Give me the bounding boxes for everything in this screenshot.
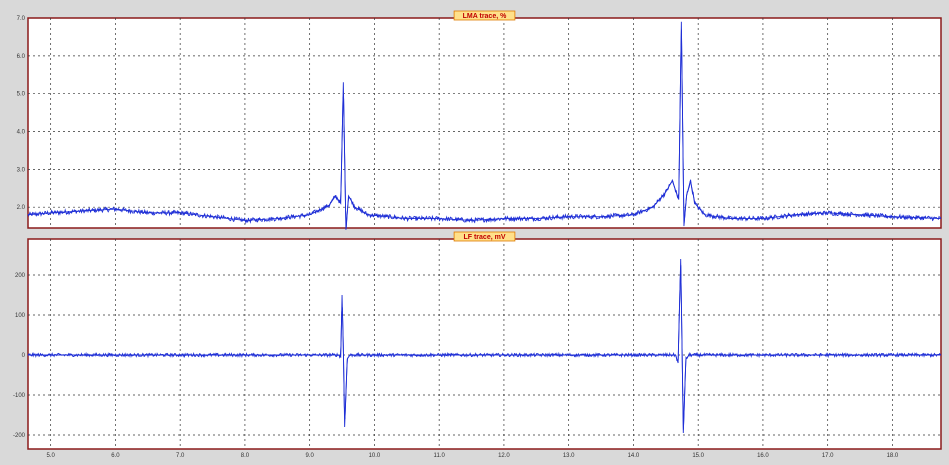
x-tick-label: 5.0 [46, 453, 55, 459]
y-tick-label: 6.0 [17, 54, 26, 60]
trace-plots-svg: 2.0 3.0 4.0 5.0 6.0 7.0 LMA trace, % -200 -100 0 1… [13, 10, 942, 459]
x-tick-label: 7.0 [176, 453, 185, 459]
y-tick-label: -100 [13, 393, 26, 399]
plot-area [27, 17, 942, 229]
x-tick-label: 12.0 [498, 453, 510, 459]
x-tick-label: 13.0 [563, 453, 575, 459]
y-tick-label: 7.0 [17, 16, 26, 22]
x-tick-label: 18.0 [887, 453, 899, 459]
y-tick-label: 4.0 [17, 130, 26, 136]
dual-trace-chart: 2.0 3.0 4.0 5.0 6.0 7.0 LMA trace, % -200 -100 0 1… [0, 0, 949, 465]
plot-area [27, 238, 942, 450]
x-tick-label: 10.0 [369, 453, 381, 459]
y-tick-label: 100 [15, 313, 26, 319]
y-tick-label: 5.0 [17, 92, 26, 98]
x-tick-label: 6.0 [111, 453, 120, 459]
y-tick-label: 2.0 [17, 205, 26, 211]
y-tick-label: 3.0 [17, 167, 26, 173]
y-tick-label: -200 [13, 433, 26, 439]
x-tick-label: 9.0 [305, 453, 314, 459]
y-tick-label: 200 [15, 273, 26, 279]
panel-1: 2.0 3.0 4.0 5.0 6.0 7.0 LMA trace, % [17, 10, 942, 230]
chart-title: LMA trace, % [463, 13, 507, 20]
panel-2: -200 -100 0 100 200 5.0 6.0 7.0 8.0 9.0 10.0 11.0 12… [13, 231, 942, 459]
x-tick-label: 16.0 [757, 453, 769, 459]
x-tick-label: 8.0 [241, 453, 250, 459]
y-tick-label: 0 [22, 353, 26, 359]
chart-title: LF trace, mV [463, 234, 505, 241]
x-tick-label: 11.0 [434, 453, 446, 459]
x-tick-label: 14.0 [628, 453, 640, 459]
x-tick-label: 17.0 [822, 453, 834, 459]
x-tick-label: 15.0 [692, 453, 704, 459]
